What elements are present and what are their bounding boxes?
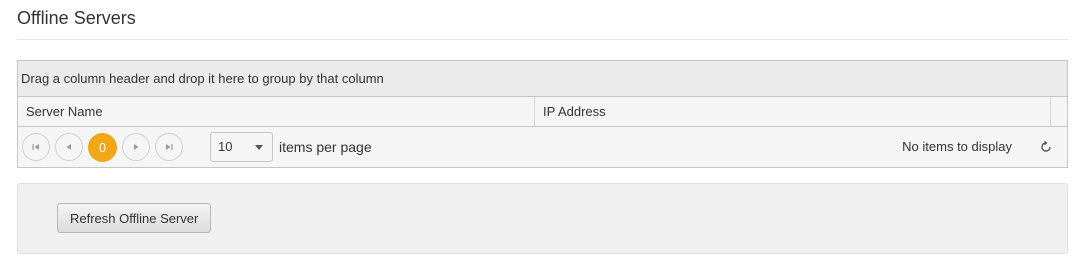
last-page-icon xyxy=(166,144,173,150)
column-header-server-name[interactable]: Server Name xyxy=(18,97,535,126)
first-page-icon xyxy=(32,144,39,150)
refresh-offline-server-button[interactable]: Refresh Offline Server xyxy=(57,203,212,233)
page-size-value: 10 xyxy=(218,139,233,154)
chevron-down-icon xyxy=(255,145,263,150)
page-size-select[interactable]: 10 xyxy=(210,132,273,162)
action-panel: Refresh Offline Server xyxy=(17,183,1068,254)
current-page-indicator: 0 xyxy=(88,133,117,162)
items-per-page-label: items per page xyxy=(279,139,372,155)
pager-status: No items to display xyxy=(902,139,1012,154)
offline-servers-grid: Drag a column header and drop it here to… xyxy=(17,60,1068,168)
last-page-button[interactable] xyxy=(155,133,183,161)
refresh-icon[interactable] xyxy=(1039,140,1053,154)
grid-header-row: Server Name IP Address xyxy=(18,97,1067,127)
grid-pager: 0 10 items per page No items to display xyxy=(18,127,1067,167)
page-title: Offline Servers xyxy=(17,8,136,28)
previous-page-icon xyxy=(66,144,71,150)
previous-page-button[interactable] xyxy=(55,133,83,161)
header-scrollbar-spacer xyxy=(1051,97,1067,126)
title-divider xyxy=(17,39,1068,40)
next-page-icon xyxy=(134,144,139,150)
column-header-ip-address[interactable]: IP Address xyxy=(535,97,1051,126)
next-page-button[interactable] xyxy=(122,133,150,161)
first-page-button[interactable] xyxy=(22,133,50,161)
group-drop-zone[interactable]: Drag a column header and drop it here to… xyxy=(18,61,1067,97)
